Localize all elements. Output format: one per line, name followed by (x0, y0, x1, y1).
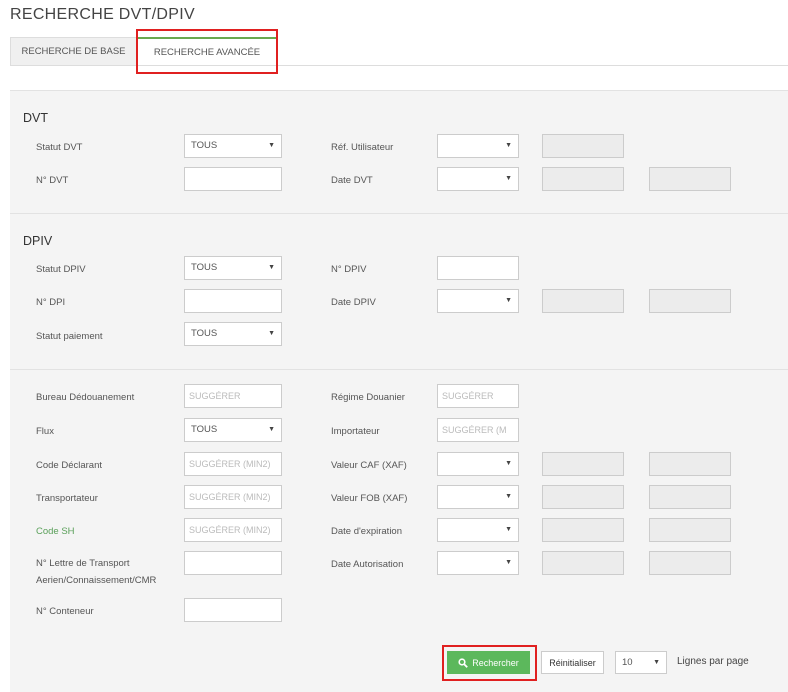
tab-basic-search[interactable]: RECHERCHE DE BASE (10, 37, 137, 65)
date-dvt-from-field (542, 167, 624, 191)
caret-down-icon: ▼ (505, 142, 512, 149)
caret-down-icon: ▼ (268, 142, 275, 149)
ref-utilisateur-operator-select[interactable]: ▼ (437, 134, 519, 158)
statut-dpiv-select[interactable]: TOUS ▼ (184, 256, 282, 280)
num-dvt-label: N° DVT (36, 175, 69, 186)
num-dvt-input[interactable] (184, 167, 282, 191)
flux-select[interactable]: TOUS ▼ (184, 418, 282, 442)
date-dvt-label: Date DVT (331, 175, 373, 186)
code-sh-input[interactable]: SUGGÉRER (MIN2) (184, 518, 282, 542)
valeur-fob-to-field (649, 485, 731, 509)
statut-dpiv-label: Statut DPIV (36, 264, 86, 275)
valeur-caf-operator-select[interactable]: ▼ (437, 452, 519, 476)
date-dpiv-operator-select[interactable]: ▼ (437, 289, 519, 313)
num-dpiv-label: N° DPIV (331, 264, 367, 275)
statut-dvt-label: Statut DVT (36, 142, 83, 153)
valeur-fob-from-field (542, 485, 624, 509)
search-icon (458, 657, 469, 668)
importateur-label: Importateur (331, 426, 380, 437)
date-expiration-label: Date d'expiration (331, 526, 402, 537)
date-dpiv-to-field (649, 289, 731, 313)
caret-down-icon: ▼ (505, 493, 512, 500)
dvt-heading: DVT (23, 111, 48, 125)
caret-down-icon: ▼ (268, 426, 275, 433)
section-divider (10, 213, 788, 214)
caret-down-icon: ▼ (653, 659, 660, 666)
statut-paiement-select[interactable]: TOUS ▼ (184, 322, 282, 346)
code-declarant-label: Code Déclarant (36, 460, 103, 471)
caret-down-icon: ▼ (505, 526, 512, 533)
search-button[interactable]: Rechercher (447, 651, 530, 674)
transportateur-input[interactable]: SUGGÉRER (MIN2) (184, 485, 282, 509)
caret-down-icon: ▼ (505, 175, 512, 182)
search-button-label: Rechercher (472, 657, 519, 668)
valeur-caf-to-field (649, 452, 731, 476)
num-dpi-label: N° DPI (36, 297, 66, 308)
date-dpiv-label: Date DPIV (331, 297, 376, 308)
date-autorisation-from-field (542, 551, 624, 575)
date-autorisation-to-field (649, 551, 731, 575)
valeur-fob-operator-select[interactable]: ▼ (437, 485, 519, 509)
statut-dvt-select[interactable]: TOUS ▼ (184, 134, 282, 158)
valeur-fob-label: Valeur FOB (XAF) (331, 493, 408, 504)
date-expiration-to-field (649, 518, 731, 542)
date-dvt-operator-select[interactable]: ▼ (437, 167, 519, 191)
rows-per-page-label: Lignes par page (677, 656, 749, 667)
bureau-dedouanement-label: Bureau Dédouanement (36, 392, 135, 403)
valeur-caf-from-field (542, 452, 624, 476)
tab-divider (10, 65, 788, 66)
caret-down-icon: ▼ (268, 264, 275, 271)
num-dpi-input[interactable] (184, 289, 282, 313)
caret-down-icon: ▼ (505, 297, 512, 304)
caret-down-icon: ▼ (505, 460, 512, 467)
lettre-transport-input[interactable] (184, 551, 282, 575)
conteneur-input[interactable] (184, 598, 282, 622)
date-dpiv-from-field (542, 289, 624, 313)
caret-down-icon: ▼ (268, 330, 275, 337)
lettre-transport-label: N° Lettre de Transport Aerien/Connaissem… (36, 558, 157, 586)
caret-down-icon: ▼ (505, 559, 512, 566)
date-dvt-to-field (649, 167, 731, 191)
date-expiration-from-field (542, 518, 624, 542)
num-dpiv-input[interactable] (437, 256, 519, 280)
ref-utilisateur-label: Réf. Utilisateur (331, 142, 394, 153)
rows-per-page-select[interactable]: 10 ▼ (615, 651, 667, 674)
transportateur-label: Transportateur (36, 493, 98, 504)
regime-douanier-label: Régime Douanier (331, 392, 405, 403)
ref-utilisateur-field (542, 134, 624, 158)
page-title: RECHERCHE DVT/DPIV (10, 6, 195, 23)
date-autorisation-label: Date Autorisation (331, 559, 404, 570)
code-sh-link[interactable]: Code SH (36, 526, 75, 537)
importateur-input[interactable]: SUGGÉRER (M (437, 418, 519, 442)
conteneur-label: N° Conteneur (36, 606, 94, 617)
date-autorisation-operator-select[interactable]: ▼ (437, 551, 519, 575)
code-declarant-input[interactable]: SUGGÉRER (MIN2) (184, 452, 282, 476)
date-expiration-operator-select[interactable]: ▼ (437, 518, 519, 542)
statut-paiement-label: Statut paiement (36, 331, 103, 342)
section-divider (10, 369, 788, 370)
tab-advanced-search[interactable]: RECHERCHE AVANCÉE (137, 37, 277, 65)
bureau-dedouanement-input[interactable]: SUGGÉRER (184, 384, 282, 408)
dpiv-heading: DPIV (23, 234, 53, 248)
reset-button[interactable]: Réinitialiser (541, 651, 604, 674)
flux-label: Flux (36, 426, 54, 437)
valeur-caf-label: Valeur CAF (XAF) (331, 460, 407, 471)
regime-douanier-input[interactable]: SUGGÉRER (437, 384, 519, 408)
